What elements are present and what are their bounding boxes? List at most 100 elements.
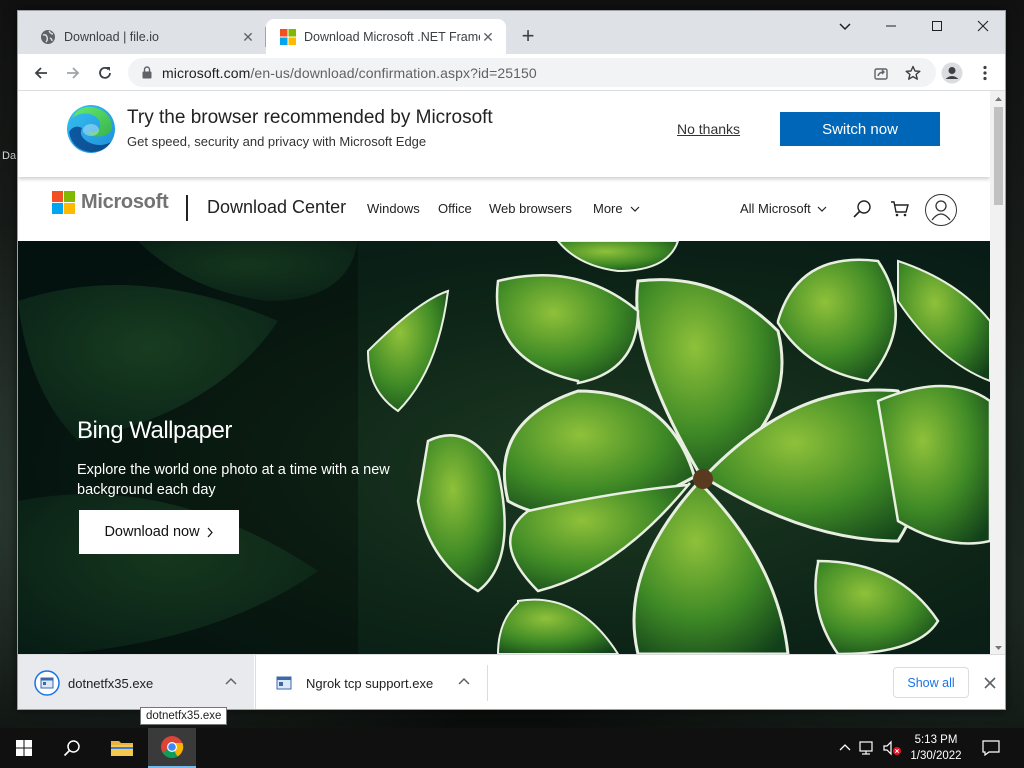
chevron-up-icon[interactable] [838,741,852,755]
chrome-window: Download | file.io ✕ Download Microsoft … [17,10,1006,710]
scroll-down-icon[interactable] [990,642,1006,654]
arrow-left-icon [34,67,47,79]
tab-search-button[interactable] [822,11,868,41]
system-tray [838,728,902,768]
taskbar: 5:13 PM 1/30/2022 [0,728,1024,768]
new-tab-button[interactable]: + [516,25,540,49]
reload-icon [99,66,111,79]
volume-muted-icon[interactable] [882,740,902,756]
arrow-right-icon [67,67,80,79]
header-divider [186,195,188,221]
url-host: microsoft.com [162,64,251,81]
tab-file-io[interactable]: Download | file.io ✕ [26,19,266,54]
notification-icon [982,740,1000,756]
search-button[interactable] [48,728,96,768]
page-scrollbar[interactable] [990,91,1006,654]
download-filename: Ngrok tcp support.exe [306,675,434,691]
minimize-button[interactable] [868,11,914,41]
chevron-up-icon[interactable] [457,675,471,689]
download-item[interactable]: dotnetfx35.exe [18,655,254,709]
desktop-icon-label[interactable]: Da [2,150,16,162]
tab-strip: Download | file.io ✕ Download Microsoft … [18,11,1005,54]
download-tooltip: dotnetfx35.exe [140,707,228,725]
bookmark-button[interactable] [900,60,926,86]
reload-button[interactable] [92,60,118,86]
all-microsoft-label: All Microsoft [740,201,811,216]
chevron-down-icon [630,206,640,212]
switch-now-button[interactable]: Switch now [780,112,940,146]
windows-logo-icon [16,740,32,756]
close-tab-icon[interactable]: ✕ [480,29,496,45]
close-tab-icon[interactable]: ✕ [240,29,256,45]
tab-title: Download | file.io [64,29,159,44]
search-icon[interactable] [852,199,872,219]
download-shelf: dotnetfx35.exe Ngrok tcp support.exe Sho… [18,654,1005,709]
globe-icon [41,29,55,44]
nav-office[interactable]: Office [438,201,472,216]
action-center-button[interactable] [970,728,1012,768]
browser-toolbar: microsoft.com/en-us/download/confirmatio… [18,54,1005,91]
microsoft-logo[interactable]: Microsoft [52,191,169,214]
profile-button[interactable] [939,60,965,86]
chrome-taskbar-button[interactable] [148,728,196,768]
maximize-button[interactable] [914,11,960,41]
nav-more-label: More [593,201,623,216]
network-icon[interactable] [858,740,876,756]
download-filename: dotnetfx35.exe [68,675,154,691]
address-bar[interactable]: microsoft.com/en-us/download/confirmatio… [128,58,936,87]
nav-more[interactable]: More [593,201,640,216]
download-now-label: Download now [104,524,200,540]
hero-banner: Bing Wallpaper Explore the world one pho… [18,241,990,654]
share-button[interactable] [868,60,894,86]
no-thanks-link[interactable]: No thanks [677,121,740,137]
clock-date: 1/30/2022 [910,750,962,762]
account-button[interactable] [925,194,957,226]
clock[interactable]: 5:13 PM 1/30/2022 [904,732,968,764]
download-center-title[interactable]: Download Center [207,197,346,218]
chevron-down-icon [817,206,827,212]
cart-icon[interactable] [890,199,910,219]
clock-time: 5:13 PM [914,734,958,746]
menu-button[interactable] [972,60,998,86]
search-icon [63,740,80,757]
scroll-up-icon[interactable] [990,93,1006,105]
url-path: /en-us/download/confirmation.aspx?id=251… [250,64,537,81]
download-now-button[interactable]: Download now [79,510,239,554]
nav-web-browsers[interactable]: Web browsers [489,201,572,216]
succulent-photo [18,241,990,654]
download-item[interactable]: Ngrok tcp support.exe [255,655,487,709]
maximize-icon [932,21,942,31]
share-icon [874,68,888,80]
show-all-button[interactable]: Show all [893,667,969,698]
page-viewport: Try the browser recommended by Microsoft… [18,91,990,654]
nav-windows[interactable]: Windows [367,201,420,216]
start-button[interactable] [0,728,48,768]
shelf-divider [487,665,488,701]
file-explorer-button[interactable] [98,728,146,768]
chrome-icon [161,736,184,758]
star-icon [905,65,921,80]
url-text: microsoft.com/en-us/download/confirmatio… [162,65,537,81]
edge-banner-title: Try the browser recommended by Microsoft [127,107,493,128]
close-window-button[interactable] [960,11,1005,41]
profile-icon [941,62,963,84]
lock-icon[interactable] [142,66,152,79]
microsoft-logo-icon [52,191,75,214]
chevron-up-icon[interactable] [224,675,238,689]
chevron-down-icon [839,23,851,31]
edge-logo-icon [67,105,115,153]
scrollbar-thumb[interactable] [994,107,1003,205]
folder-icon [111,741,133,756]
brand-name: Microsoft [81,191,169,213]
tab-title: Download Microsoft .NET Frame [304,29,480,44]
site-header: Microsoft Download Center Windows Office… [18,177,990,241]
close-icon[interactable] [980,673,1000,693]
back-button[interactable] [28,60,54,86]
edge-banner-subtitle: Get speed, security and privacy with Mic… [127,134,427,149]
forward-button[interactable] [60,60,86,86]
edge-promo-banner: Try the browser recommended by Microsoft… [18,91,990,177]
tab-microsoft-download[interactable]: Download Microsoft .NET Frame ✕ [266,19,506,54]
exe-file-icon [276,676,292,690]
all-microsoft-menu[interactable]: All Microsoft [740,201,827,216]
hero-description: Explore the world one photo at a time wi… [77,462,390,498]
